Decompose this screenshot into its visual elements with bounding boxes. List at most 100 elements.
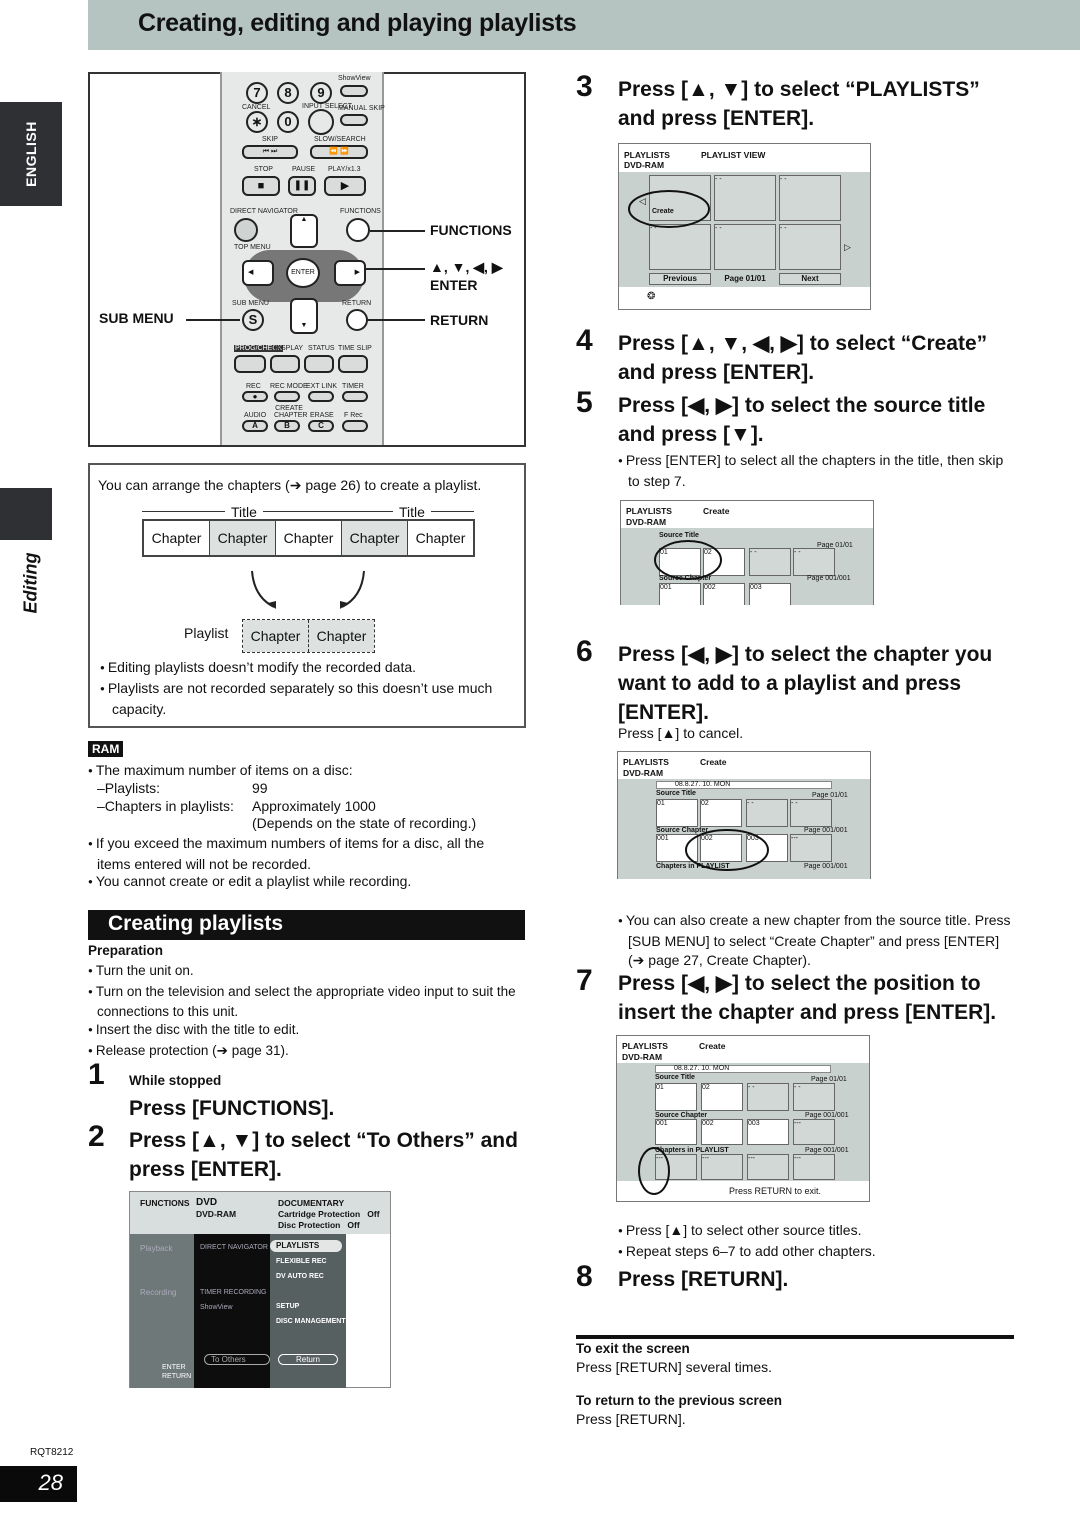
ram-chapters-label: –Chapters in playlists:	[97, 798, 234, 814]
preparation-item: Insert the disc with the title to edit.	[88, 1021, 299, 1041]
functions-button	[346, 218, 370, 242]
showview-label: ShowView	[338, 75, 371, 82]
chapter-cell: Chapter	[210, 521, 276, 555]
cancel-label: CANCEL	[242, 104, 271, 111]
sub-menu-button: S	[242, 309, 264, 331]
down-button: ▼	[290, 298, 318, 334]
enter-button: ENTER	[286, 258, 320, 288]
right-arrow-icon: ▷	[844, 242, 851, 252]
sub-menu-label: SUB MENU	[232, 300, 269, 307]
step-7-number: 7	[576, 964, 593, 997]
playlist-slot: ---	[793, 1154, 835, 1180]
playlist-slot: - -	[714, 224, 776, 270]
play-button: ▶	[324, 176, 366, 196]
step-6-number: 6	[576, 635, 593, 668]
step-3-text: Press [▲, ▼] to select “PLAYLISTS” and p…	[618, 78, 980, 130]
step-5-number: 5	[576, 386, 593, 419]
ram-playlists-value: 99	[252, 780, 268, 796]
return-osd-button: Return	[278, 1354, 338, 1365]
button-7: 7	[246, 82, 268, 104]
chapter-cell: Chapter	[276, 521, 342, 555]
exit-hint: Press RETURN to exit.	[729, 1186, 822, 1196]
source-chapter-thumb: 003	[749, 583, 791, 605]
button-8: 8	[277, 82, 299, 104]
page-indicator: Page 01/01	[724, 274, 766, 283]
step-4-text: Press [▲, ▼, ◀, ▶] to select “Create” an…	[618, 332, 988, 384]
menu-timer-recording: TIMER RECORDING	[200, 1289, 267, 1296]
display-label: DISPLAY	[274, 345, 304, 352]
step-2-text: Press [▲, ▼] to select “To Others” and p…	[129, 1129, 518, 1181]
functions-left-column: Playback Recording ENTER RETURN	[130, 1234, 194, 1388]
time-slip-label: TIME SLIP	[338, 345, 372, 352]
recording-date: 08.8.27. 10. MON	[675, 781, 731, 788]
section-label: Editing	[20, 552, 41, 614]
time-slip-button	[338, 355, 368, 373]
exit-text: Press [RETURN] several times.	[576, 1359, 773, 1375]
sub-menu-callout: SUB MENU	[99, 310, 174, 326]
functions-disc-type: DVD	[196, 1197, 218, 1208]
arrow-left	[251, 570, 275, 608]
manual-skip-button	[340, 114, 368, 126]
arrow-right	[341, 570, 365, 608]
ram-chapters-note: (Depends on the state of recording.)	[252, 815, 477, 831]
step-8-number: 8	[576, 1260, 593, 1293]
functions-label: FUNCTIONS	[340, 208, 381, 215]
rec-mode-button	[274, 391, 300, 402]
playlist-slot: ---	[701, 1154, 743, 1180]
prog-check-button	[234, 355, 266, 373]
highlight-ellipse	[654, 540, 722, 580]
timer-label: TIMER	[342, 383, 364, 390]
step-1-pre: While stopped	[129, 1073, 222, 1088]
playlist-slot: - -	[779, 175, 841, 221]
status-label: STATUS	[308, 345, 335, 352]
timer-button	[342, 391, 368, 402]
stop-button: ■	[242, 176, 280, 196]
ram-note: If you exceed the maximum numbers of ite…	[88, 834, 518, 874]
title-label-2: Title	[393, 504, 431, 520]
functions-screen-header: FUNCTIONS DVD DVD-RAM DOCUMENTARY Cartri…	[130, 1192, 390, 1234]
playlist-slot: - -	[779, 224, 841, 270]
f-rec-button	[342, 420, 368, 432]
source-chapter-thumb: 001	[659, 583, 701, 605]
step-6-text: Press [◀, ▶] to select the chapter you w…	[618, 643, 993, 724]
section-heading-bar: Creating playlists	[88, 910, 525, 940]
functions-disc-sub: DVD-RAM	[196, 1209, 237, 1219]
skip-buttons: ⏮ ⏭	[242, 145, 298, 159]
functions-title: DOCUMENTARY	[278, 1198, 345, 1208]
slow-search-label: SLOW/SEARCH	[314, 136, 366, 143]
return-label: RETURN	[342, 300, 372, 307]
display-button	[270, 355, 300, 373]
playlist-view-screen: PLAYLISTS PLAYLIST VIEW DVD-RAM Create -…	[618, 143, 871, 310]
status-button	[304, 355, 334, 373]
previous-button: Previous	[649, 273, 711, 285]
page-number: 28	[38, 1470, 63, 1495]
playlist-chapter-row: Chapter Chapter	[242, 619, 375, 653]
next-button: Next	[779, 273, 841, 285]
functions-screen: FUNCTIONS DVD DVD-RAM DOCUMENTARY Cartri…	[129, 1191, 391, 1388]
step-6-note: Press [▲] to cancel.	[618, 725, 744, 741]
chapter-cell: Chapter	[415, 530, 466, 546]
step-7-note: Press [▲] to select other source titles.	[618, 1221, 862, 1242]
playlist-chapter-cell: Chapter	[309, 620, 374, 652]
b-button: B	[274, 420, 300, 432]
page-title: Creating, editing and playing playlists	[138, 9, 577, 37]
create-chapter-label: CREATE CHAPTER	[274, 405, 308, 419]
menu-setup: SETUP	[276, 1303, 300, 1310]
return-button	[346, 309, 368, 331]
intro-text: You can arrange the chapters (➔ page 26)…	[98, 477, 482, 493]
preparation-label: Preparation	[88, 943, 164, 958]
return-callout-line	[366, 319, 425, 321]
highlight-ellipse	[638, 1147, 670, 1195]
chapter-cell: Chapter	[342, 521, 408, 555]
playlist-slot: - -	[714, 175, 776, 221]
highlight-ellipse	[685, 829, 769, 871]
title-chapter-row: Chapter Chapter Chapter Chapter Chapter	[142, 519, 475, 557]
step-8-text: Press [RETURN].	[618, 1268, 789, 1291]
input-select-button	[308, 109, 334, 135]
preparation-item: Release protection (➔ page 31).	[88, 1042, 289, 1062]
cartridge-protection: Cartridge Protection Off	[278, 1209, 380, 1219]
ram-badge: RAM	[88, 741, 124, 757]
menu-dv-auto-rec: DV AUTO REC	[276, 1273, 324, 1280]
step-1-text: Press [FUNCTIONS].	[129, 1097, 335, 1120]
intro-note: Editing playlists doesn’t modify the rec…	[100, 658, 416, 679]
